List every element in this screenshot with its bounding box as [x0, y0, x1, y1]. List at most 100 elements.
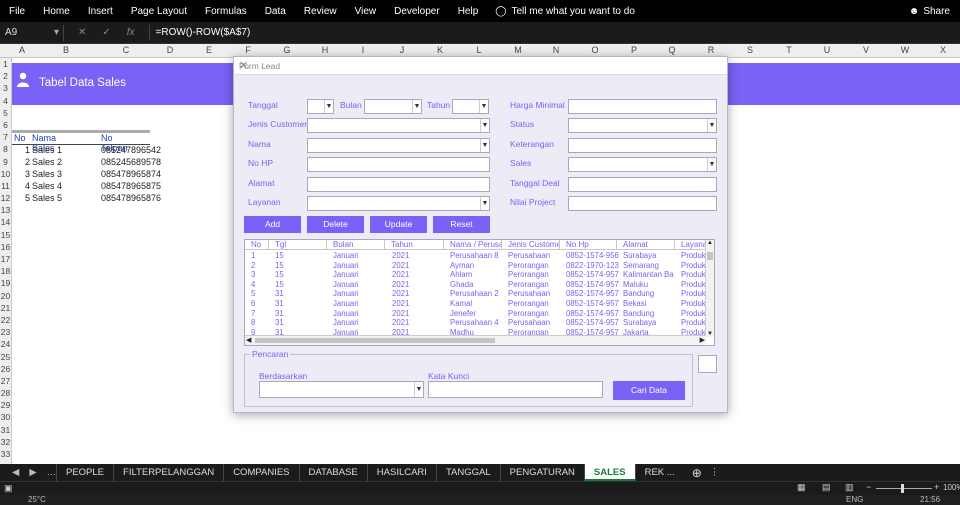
cell-name[interactable]: Sales 4 — [32, 181, 62, 191]
scroll-up-icon[interactable]: ▲ — [707, 240, 713, 246]
chevron-down-icon[interactable]: ▼ — [480, 197, 489, 210]
sheet-tab[interactable]: PEOPLE — [56, 464, 113, 481]
menu-help[interactable]: Help — [449, 6, 488, 17]
col-header[interactable]: B — [63, 45, 69, 55]
chevron-down-icon[interactable]: ▼ — [707, 119, 716, 132]
row-header[interactable]: 23 — [0, 326, 11, 338]
cell-no[interactable]: 2 — [25, 157, 30, 167]
row-header[interactable]: 27 — [0, 375, 11, 387]
col-no-header[interactable]: No — [14, 133, 26, 143]
add-sheet-icon[interactable]: ⊕ — [692, 466, 702, 480]
row-header[interactable]: 8 — [0, 143, 11, 155]
zoom-out-icon[interactable]: − — [866, 482, 871, 492]
more-options-icon[interactable]: ⋮ — [710, 467, 720, 478]
macro-record-icon[interactable]: ▣ — [4, 483, 13, 494]
row-header[interactable]: 32 — [0, 436, 11, 448]
no-hp-field[interactable] — [307, 157, 490, 172]
col-header[interactable]: X — [940, 45, 946, 55]
nilai-project-field[interactable] — [568, 196, 717, 211]
col-header[interactable]: A — [19, 45, 25, 55]
cell-phone[interactable]: 085478965876 — [101, 193, 161, 203]
col-header[interactable]: W — [901, 45, 910, 55]
lead-listbox[interactable]: No Tgl Bulan Tahun Nama / Perusa Jenis C… — [244, 239, 715, 346]
row-header[interactable]: 30 — [0, 411, 11, 423]
vertical-scrollbar[interactable]: ▲ ▼ — [705, 240, 714, 337]
zoom-in-icon[interactable]: + — [934, 482, 939, 492]
menu-data[interactable]: Data — [256, 6, 295, 17]
row-header[interactable]: 28 — [0, 387, 11, 399]
reset-button[interactable]: Reset — [433, 216, 490, 233]
cell-name[interactable]: Sales 1 — [32, 145, 62, 155]
grid-header-layanan[interactable]: Layanan — [675, 240, 706, 250]
col-header[interactable]: K — [437, 45, 443, 55]
col-header[interactable]: J — [400, 45, 405, 55]
grid-header-jenis[interactable]: Jenis Custome — [502, 240, 560, 250]
row-header[interactable]: 33 — [0, 448, 11, 460]
cell-phone[interactable]: 085247896542 — [101, 145, 161, 155]
tanggal-select[interactable]: ▼ — [307, 99, 334, 114]
col-header[interactable]: N — [553, 45, 560, 55]
tab-next-icon[interactable]: ▶ — [29, 467, 36, 478]
col-header[interactable]: G — [283, 45, 290, 55]
list-item[interactable]: 1 15 Januari 2021 Perusahaan 8 Perusahaan 0852… — [245, 251, 706, 261]
row-header[interactable]: 2 — [0, 70, 11, 82]
sales-select[interactable]: ▼ — [568, 157, 717, 172]
list-item[interactable]: 3 15 Januari 2021 Ahlam Perorangan 0852-1574-9… — [245, 270, 706, 280]
table-row[interactable]: 4 Sales 4 085478965875 — [12, 181, 161, 193]
row-header[interactable]: 10 — [0, 168, 11, 180]
table-row[interactable]: 1 Sales 1 085247896542 — [12, 145, 161, 157]
bulan-select[interactable]: ▼ — [364, 99, 422, 114]
cancel-icon[interactable]: ✕ — [78, 27, 86, 38]
page-break-icon[interactable]: ▥ — [845, 482, 854, 493]
menu-insert[interactable]: Insert — [79, 6, 122, 17]
sheet-tab[interactable]: PENGATURAN — [499, 464, 584, 481]
zoom-slider-thumb[interactable] — [901, 484, 904, 493]
grid-header-alamat[interactable]: Alamat — [617, 240, 675, 250]
zoom-slider[interactable] — [876, 488, 932, 489]
col-header[interactable]: E — [206, 45, 212, 55]
col-header[interactable]: I — [362, 45, 365, 55]
list-item[interactable]: 2 15 Januari 2021 Ayman Perorangan 0822-1970-1… — [245, 261, 706, 271]
menu-file[interactable]: File — [0, 6, 34, 17]
col-header[interactable]: H — [322, 45, 329, 55]
chevron-down-icon[interactable]: ▼ — [480, 139, 489, 152]
small-square-button[interactable] — [698, 355, 717, 373]
harga-minimal-field[interactable] — [568, 99, 717, 114]
tahun-select[interactable]: ▼ — [452, 99, 489, 114]
scroll-right-icon[interactable]: ▶ — [700, 336, 705, 344]
grid-header-no[interactable]: No — [245, 240, 269, 250]
scroll-thumb[interactable] — [707, 252, 713, 260]
col-header[interactable]: S — [747, 45, 753, 55]
list-item[interactable]: 6 31 Januari 2021 Kamal Perorangan 0852-1574-9… — [245, 299, 706, 309]
name-box[interactable]: A9 — [2, 24, 64, 41]
scroll-down-icon[interactable]: ▼ — [707, 331, 713, 337]
col-header[interactable]: V — [863, 45, 869, 55]
grid-header-tahun[interactable]: Tahun — [385, 240, 444, 250]
row-header[interactable]: 6 — [0, 119, 11, 131]
enter-icon[interactable]: ✓ — [102, 27, 110, 38]
list-item[interactable]: 5 31 Januari 2021 Perusahaan 2 Perusahaan 0852… — [245, 289, 706, 299]
cell-name[interactable]: Sales 2 — [32, 157, 62, 167]
row-header[interactable]: 15 — [0, 229, 11, 241]
chevron-down-icon[interactable]: ▼ — [412, 100, 421, 113]
alamat-field[interactable] — [307, 177, 490, 192]
grid-header-nohp[interactable]: No Hp — [560, 240, 617, 250]
cell-no[interactable]: 1 — [25, 145, 30, 155]
row-header[interactable]: 21 — [0, 302, 11, 314]
horizontal-scrollbar[interactable]: ◀ ▶ — [245, 335, 706, 345]
cell-no[interactable]: 3 — [25, 169, 30, 179]
row-header[interactable]: 16 — [0, 241, 11, 253]
tab-prev-icon[interactable]: ◀ — [12, 467, 19, 478]
status-select[interactable]: ▼ — [568, 118, 717, 133]
col-header[interactable]: L — [476, 45, 481, 55]
hscroll-thumb[interactable] — [255, 338, 495, 343]
list-item[interactable]: 4 15 Januari 2021 Ghada Perorangan 0852-1574-9… — [245, 280, 706, 290]
zoom-level[interactable]: 100% — [943, 483, 960, 492]
fx-icon[interactable]: fx — [127, 27, 135, 38]
sheet-tab[interactable]: DATABASE — [298, 464, 367, 481]
layanan-select[interactable]: ▼ — [307, 196, 490, 211]
chevron-down-icon[interactable]: ▼ — [414, 382, 423, 397]
row-header[interactable]: 13 — [0, 204, 11, 216]
col-header[interactable]: F — [245, 45, 251, 55]
col-header[interactable]: U — [824, 45, 831, 55]
